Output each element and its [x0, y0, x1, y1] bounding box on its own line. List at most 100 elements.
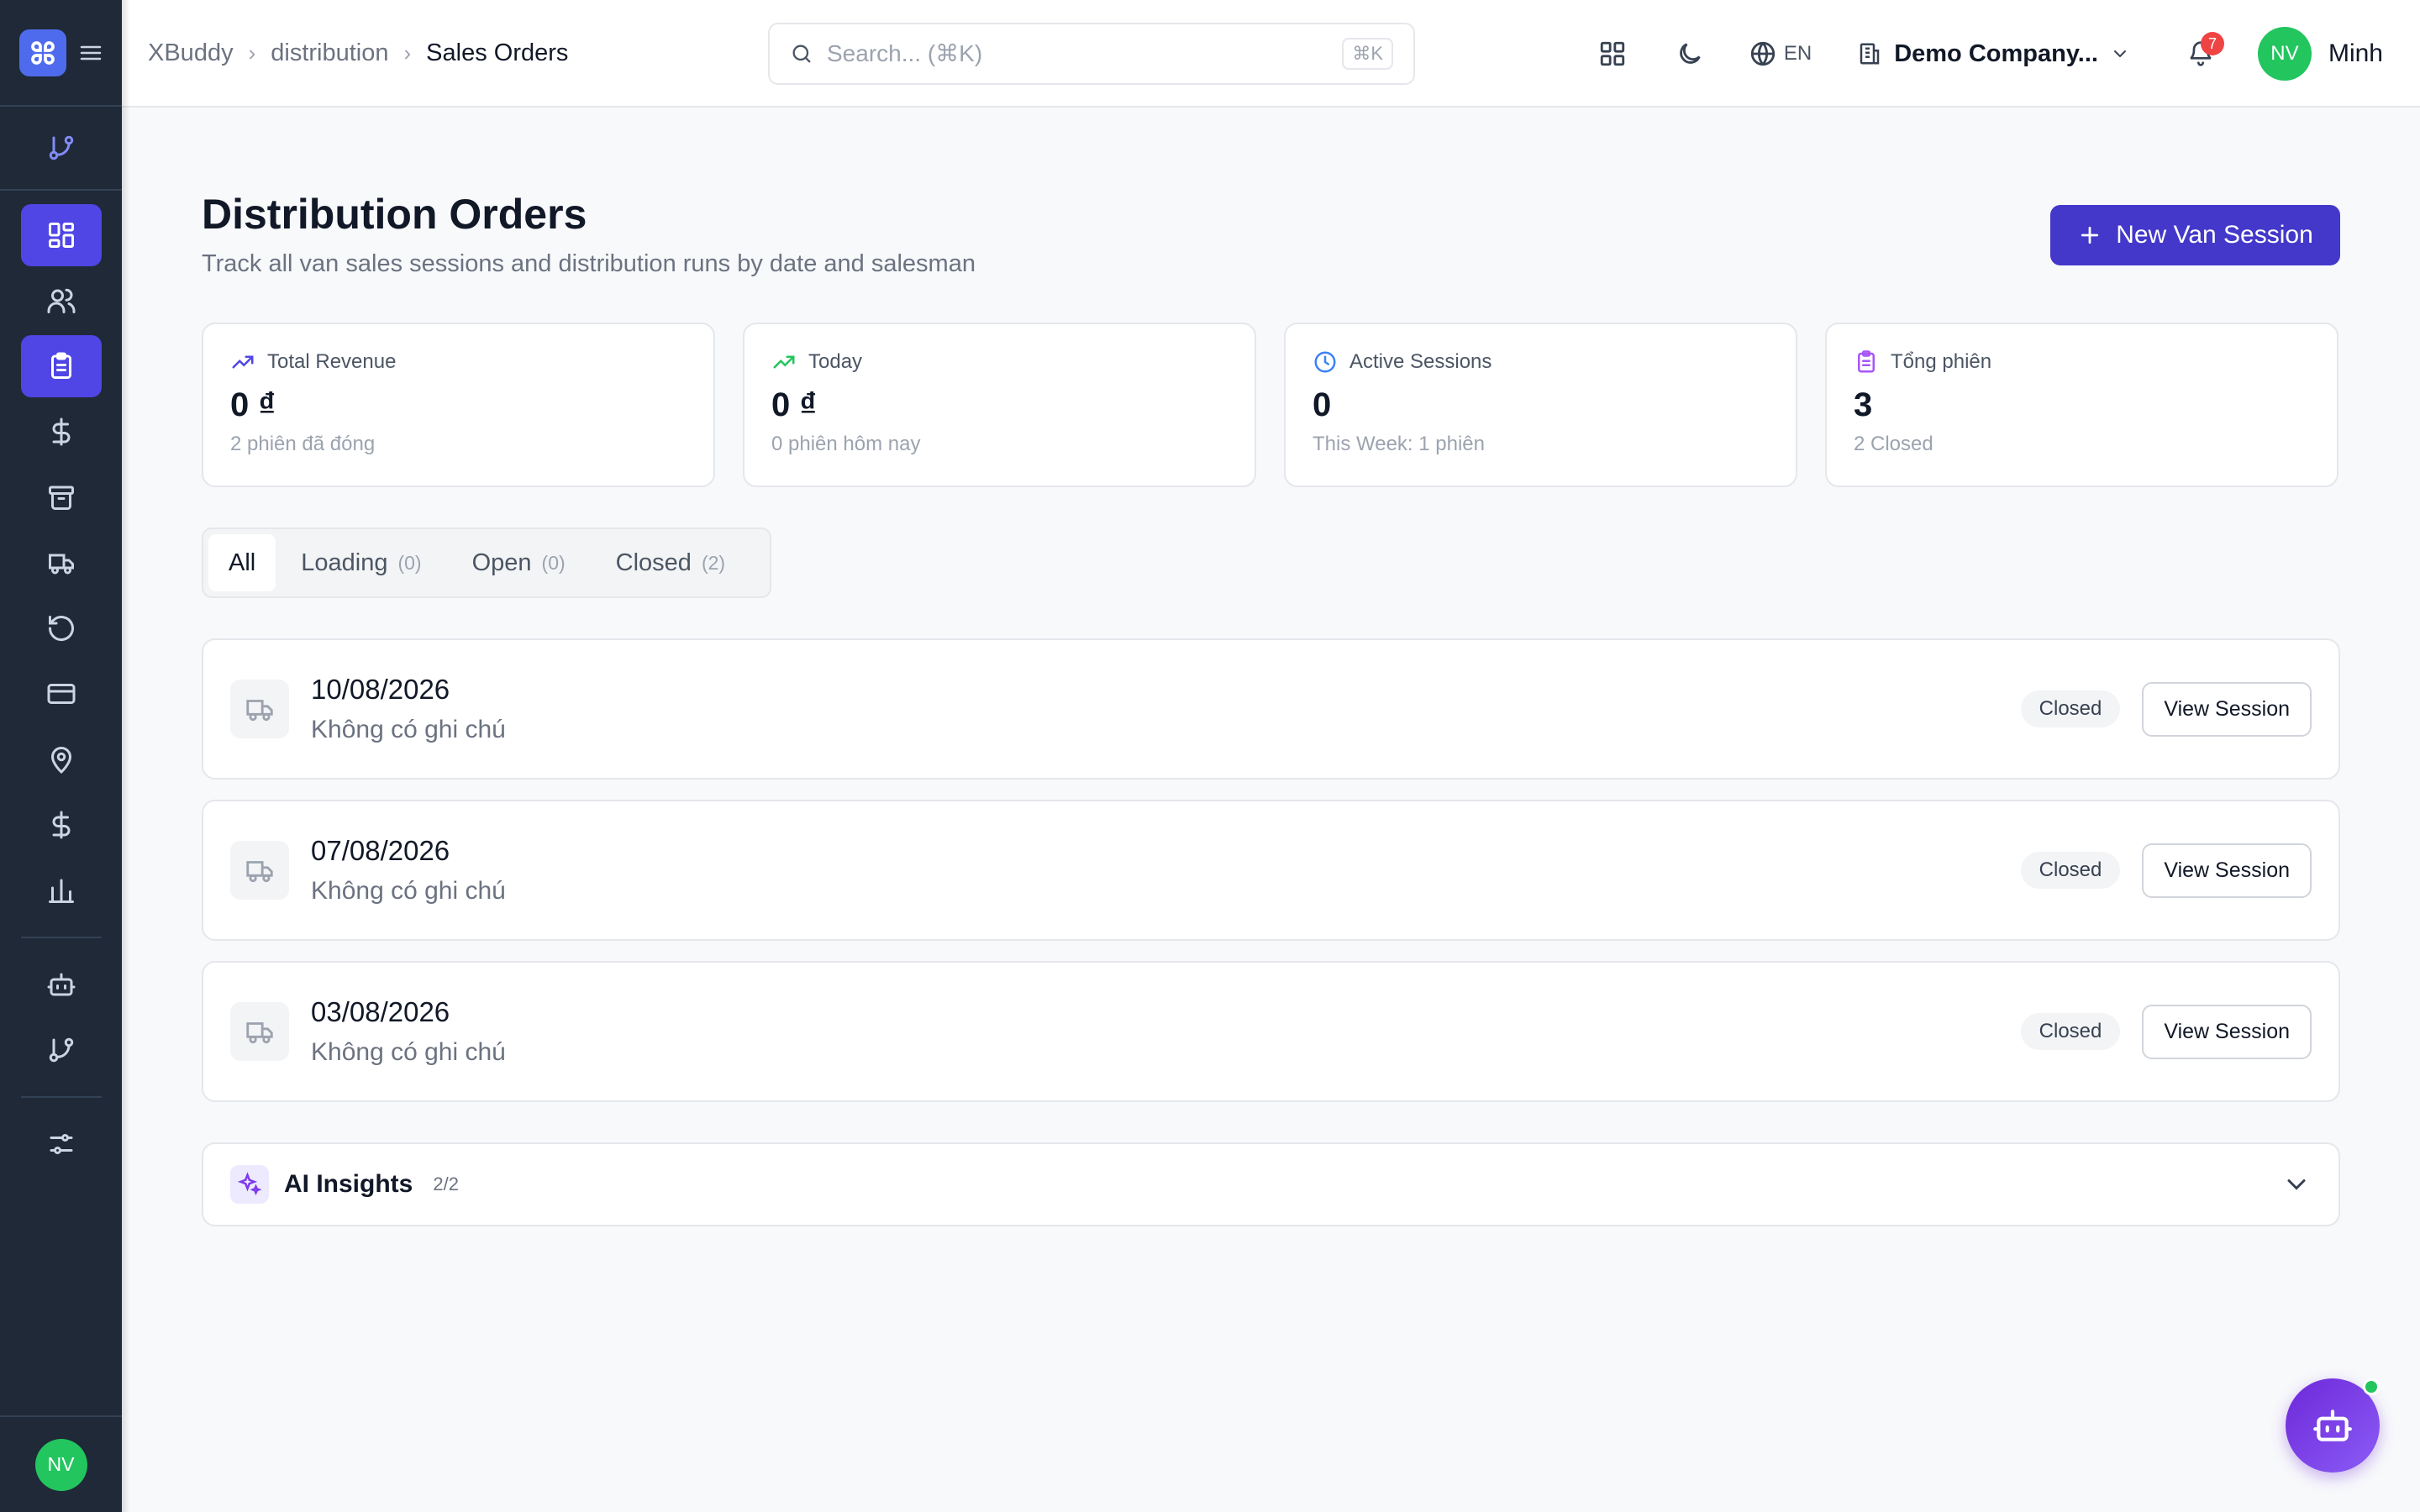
clipboard-icon — [50, 352, 71, 379]
company-name: Demo Company... — [1894, 39, 2098, 67]
sparkles-icon — [230, 1165, 269, 1204]
list-item[interactable]: 07/08/2026 Không có ghi chú Closed View … — [202, 800, 2340, 941]
chevron-down-icon[interactable] — [2281, 1169, 2312, 1204]
company-selector[interactable]: Demo Company... — [1857, 40, 2130, 68]
sidebar-item-payments[interactable] — [21, 663, 102, 725]
ai-assistant-button[interactable] — [2286, 1378, 2380, 1473]
session-list: 10/08/2026 Không có ghi chú Closed View … — [202, 638, 2340, 1122]
trending-up-icon — [773, 355, 795, 369]
search-input[interactable] — [827, 40, 1343, 67]
sidebar-item-locations[interactable] — [21, 728, 102, 790]
git-branch-icon[interactable] — [21, 117, 102, 179]
session-note: Không có ghi chú — [311, 716, 506, 743]
view-session-button[interactable]: View Session — [2142, 843, 2312, 898]
stat-note: 0 phiên hôm nay — [771, 433, 921, 455]
truck-icon — [230, 680, 289, 738]
search-box[interactable]: ⌘K — [768, 23, 1415, 85]
sidebar-item-settings[interactable] — [21, 1113, 102, 1175]
top-bar: XBuddy › distribution › Sales Orders ⌘K … — [122, 0, 2420, 108]
dashboard-icon — [48, 223, 74, 248]
breadcrumb-section[interactable]: distribution — [271, 39, 388, 67]
chevron-down-icon — [2113, 50, 2126, 58]
chevron-right-icon: › — [248, 39, 256, 66]
app-logo-icon[interactable] — [18, 29, 66, 76]
dollar-icon — [52, 417, 70, 446]
sidebar-item-ai-bot[interactable] — [21, 953, 102, 1016]
view-session-button[interactable]: View Session — [2142, 681, 2312, 737]
status-badge: Closed — [2020, 852, 2121, 889]
ai-insights-count: 2/2 — [433, 1173, 459, 1194]
stat-card-total-revenue: Total Revenue 0 ₫ 2 phiên đã đóng — [202, 323, 715, 487]
tab-label: All — [229, 549, 256, 576]
status-tabs: All Loading (0) Open (0) Closed (2) — [202, 528, 771, 598]
breadcrumb: XBuddy › distribution › Sales Orders — [148, 39, 568, 67]
breadcrumb-root[interactable]: XBuddy — [148, 39, 234, 67]
new-van-session-button[interactable]: New Van Session — [2050, 205, 2340, 265]
sidebar-item-workflow[interactable] — [21, 1019, 102, 1081]
tab-label: Closed — [615, 549, 692, 576]
language-switcher[interactable]: EN — [1749, 39, 1812, 68]
view-session-button[interactable]: View Session — [2142, 1004, 2312, 1059]
sidebar-item-distribution[interactable] — [21, 532, 102, 594]
page-title: Distribution Orders — [202, 191, 587, 238]
apps-grid-icon[interactable] — [1587, 29, 1638, 79]
truck-icon — [48, 554, 74, 575]
chevron-right-icon: › — [403, 39, 412, 66]
sidebar-item-orders[interactable] — [20, 335, 102, 397]
shortcut-hint: ⌘K — [1342, 38, 1393, 70]
avatar[interactable]: NV — [34, 1438, 87, 1491]
users-icon — [47, 288, 75, 313]
avatar: NV — [2257, 27, 2312, 81]
tab-loading[interactable]: Loading (0) — [276, 534, 446, 591]
session-note: Không có ghi chú — [311, 877, 506, 905]
bar-chart-icon — [48, 879, 74, 903]
building-icon — [1860, 43, 1880, 65]
sliders-icon — [50, 1134, 72, 1154]
sidebar-item-users[interactable] — [21, 270, 102, 332]
list-item[interactable]: 10/08/2026 Không có ghi chú Closed View … — [202, 638, 2340, 780]
tab-closed[interactable]: Closed (2) — [591, 534, 750, 591]
sidebar-footer: NV — [0, 1415, 122, 1512]
tab-count: (0) — [541, 551, 566, 574]
sidebar-branch — [0, 107, 122, 191]
stat-card-today: Today 0 ₫ 0 phiên hôm nay — [743, 323, 1256, 487]
ai-insights-panel[interactable]: AI Insights 2/2 — [202, 1142, 2340, 1226]
truck-icon — [230, 1002, 289, 1061]
user-menu[interactable]: NV Minh — [2257, 27, 2383, 81]
map-pin-icon — [50, 747, 71, 774]
tab-open[interactable]: Open (0) — [447, 534, 591, 591]
archive-icon — [48, 486, 74, 510]
tab-all[interactable]: All — [208, 534, 276, 591]
menu-toggle-icon[interactable] — [78, 40, 103, 66]
stat-note: 2 phiên đã đóng — [230, 433, 376, 455]
stat-card-active-sessions: Active Sessions 0 This Week: 1 phiên — [1284, 323, 1797, 487]
sidebar-shadow — [122, 0, 130, 1512]
list-item[interactable]: 03/08/2026 Không có ghi chú Closed View … — [202, 961, 2340, 1102]
sidebar-item-inventory[interactable] — [21, 466, 102, 528]
rotate-ccw-icon — [48, 616, 74, 642]
sidebar-item-pricing[interactable] — [21, 401, 102, 463]
stat-note: 2 Closed — [1854, 433, 1933, 455]
bot-icon — [2313, 1410, 2352, 1441]
page-subtitle: Track all van sales sessions and distrib… — [202, 250, 976, 277]
truck-icon — [230, 841, 289, 900]
sidebar-item-reports[interactable] — [21, 859, 102, 921]
sidebar-item-dashboard[interactable] — [20, 204, 102, 266]
sidebar-item-finance[interactable] — [21, 794, 102, 856]
sidebar-header — [0, 0, 122, 107]
sidebar: NV — [0, 0, 122, 1512]
stat-card-total-sessions: Tổng phiên 3 2 Closed — [1825, 323, 2338, 487]
moon-icon[interactable] — [1665, 29, 1715, 79]
search-icon — [792, 45, 811, 63]
stat-label: Tổng phiên — [1891, 350, 1992, 373]
sidebar-divider — [20, 937, 102, 938]
stat-label: Total Revenue — [267, 350, 397, 373]
bot-icon — [47, 973, 75, 996]
session-date: 10/08/2026 — [311, 674, 450, 705]
stat-label: Active Sessions — [1349, 350, 1492, 373]
stat-note: This Week: 1 phiên — [1313, 433, 1485, 455]
new-van-session-label: New Van Session — [2116, 221, 2313, 249]
notifications-button[interactable]: 7 — [2175, 29, 2226, 79]
sidebar-item-returns[interactable] — [21, 597, 102, 659]
stat-value: 3 — [1854, 386, 1873, 423]
